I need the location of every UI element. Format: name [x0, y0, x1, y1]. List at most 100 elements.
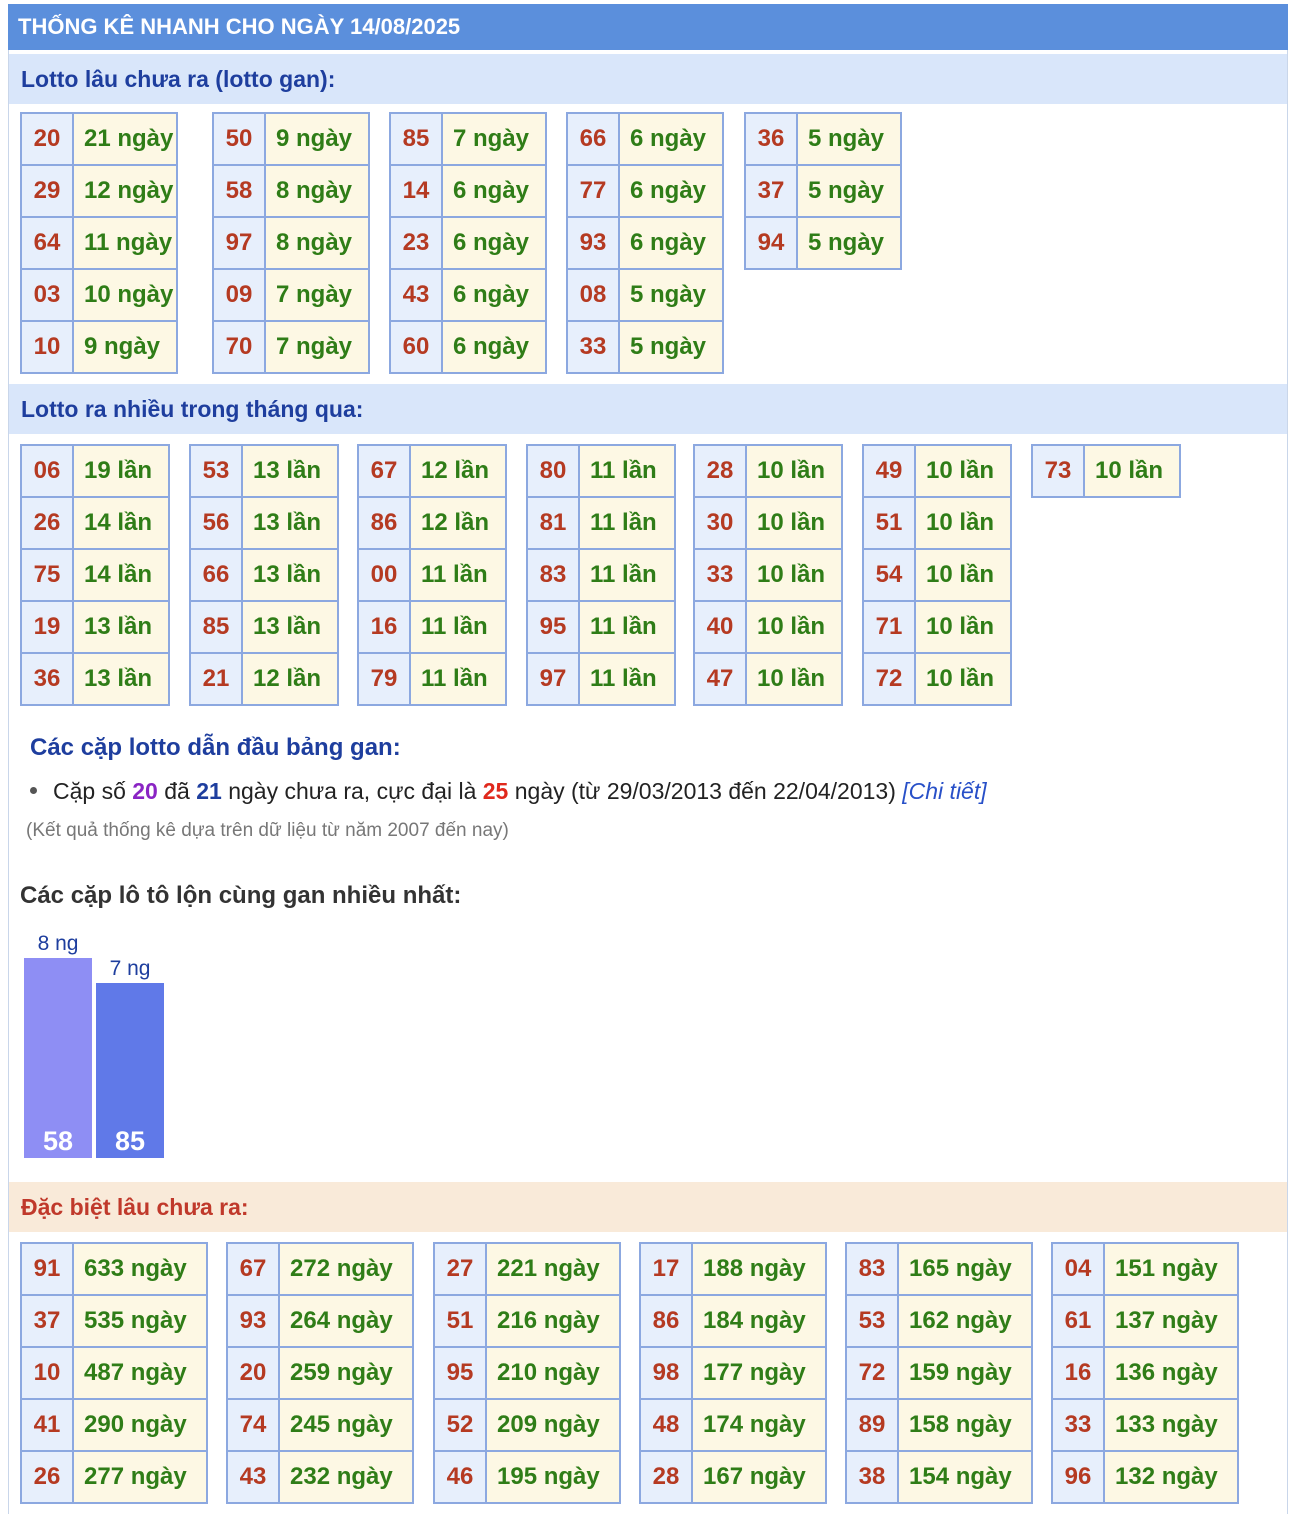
- lead-days: 21: [196, 778, 222, 804]
- lotto-count: 188 ngày: [691, 1242, 827, 1296]
- lotto-number: 81: [526, 496, 580, 550]
- table-row: 10 487 ngày: [20, 1346, 208, 1400]
- table-row: 33 133 ngày: [1051, 1398, 1239, 1452]
- table-row: 86 12 lần: [357, 496, 507, 550]
- table-row: 67 272 ngày: [226, 1242, 414, 1296]
- table-row: 21 12 lần: [189, 652, 339, 706]
- lotto-count: 167 ngày: [691, 1450, 827, 1504]
- lotto-number: 60: [389, 320, 443, 374]
- lotto-count: 133 ngày: [1103, 1398, 1239, 1452]
- lotto-count: 10 lần: [914, 444, 1012, 498]
- lotto-number: 36: [744, 112, 798, 166]
- table-row: 09 7 ngày: [212, 268, 370, 322]
- table-row: 79 11 lần: [357, 652, 507, 706]
- table-row: 74 245 ngày: [226, 1398, 414, 1452]
- table-row: 36 13 lần: [20, 652, 170, 706]
- table-row: 04 151 ngày: [1051, 1242, 1239, 1296]
- table-row: 52 209 ngày: [433, 1398, 621, 1452]
- lotto-number: 98: [639, 1346, 693, 1400]
- lotto-count: 177 ngày: [691, 1346, 827, 1400]
- table-row: 28 10 lần: [693, 444, 843, 498]
- table-row: 85 13 lần: [189, 600, 339, 654]
- table-row: 14 6 ngày: [389, 164, 547, 218]
- lotto-count: 10 lần: [914, 600, 1012, 654]
- table-row: 37 535 ngày: [20, 1294, 208, 1348]
- frequent-table-6: 49 10 lần 51 10 lần 54 10 lần 71 10 lần 72 10 lần: [862, 444, 1012, 706]
- lotto-count: 195 ngày: [485, 1450, 621, 1504]
- table-row: 98 177 ngày: [639, 1346, 827, 1400]
- lotto-count: 8 ngày: [264, 164, 370, 218]
- lotto-count: 6 ngày: [441, 216, 547, 270]
- special-table-6: 04 151 ngày 61 137 ngày 16 136 ngày 33 133 ngày…: [1051, 1242, 1239, 1504]
- gan-table-5: 36 5 ngày 37 5 ngày 94 5 ngày: [744, 112, 902, 270]
- special-section-heading: Đặc biệt lâu chưa ra:: [9, 1182, 1287, 1232]
- lotto-count: 10 lần: [914, 548, 1012, 602]
- lotto-number: 47: [693, 652, 747, 706]
- frequent-table-3: 67 12 lần 86 12 lần 00 11 lần 16 11 lần 79 11 lần: [357, 444, 507, 706]
- lotto-count: 12 lần: [241, 652, 339, 706]
- lotto-count: 13 lần: [241, 548, 339, 602]
- lotto-count: 277 ngày: [72, 1450, 208, 1504]
- table-row: 80 11 lần: [526, 444, 676, 498]
- table-row: 19 13 lần: [20, 600, 170, 654]
- table-row: 29 12 ngày: [20, 164, 178, 218]
- table-row: 17 188 ngày: [639, 1242, 827, 1296]
- lotto-number: 28: [693, 444, 747, 498]
- lotto-count: 5 ngày: [796, 112, 902, 166]
- table-row: 64 11 ngày: [20, 216, 178, 270]
- lotto-number: 93: [566, 216, 620, 270]
- lotto-count: 13 lần: [241, 444, 339, 498]
- bar-value-label: 8 ng: [38, 932, 79, 955]
- lotto-count: 245 ngày: [278, 1398, 414, 1452]
- lotto-number: 43: [389, 268, 443, 322]
- lotto-number: 52: [433, 1398, 487, 1452]
- lotto-count: 137 ngày: [1103, 1294, 1239, 1348]
- lotto-number: 23: [389, 216, 443, 270]
- detail-link[interactable]: [Chi tiết]: [902, 778, 986, 804]
- table-row: 40 10 lần: [693, 600, 843, 654]
- lotto-number: 49: [862, 444, 916, 498]
- lotto-count: 12 lần: [409, 444, 507, 498]
- table-row: 73 10 lần: [1031, 444, 1181, 498]
- table-row: 97 8 ngày: [212, 216, 370, 270]
- table-row: 66 6 ngày: [566, 112, 724, 166]
- table-row: 91 633 ngày: [20, 1242, 208, 1296]
- lotto-count: 165 ngày: [897, 1242, 1033, 1296]
- lotto-count: 7 ngày: [264, 320, 370, 374]
- lotto-number: 80: [526, 444, 580, 498]
- lotto-count: 6 ngày: [618, 164, 724, 218]
- lotto-number: 16: [357, 600, 411, 654]
- lotto-count: 14 lần: [72, 496, 170, 550]
- frequent-table-5: 28 10 lần 30 10 lần 33 10 lần 40 10 lần 47 10 lần: [693, 444, 843, 706]
- lotto-number: 95: [526, 600, 580, 654]
- lotto-count: 10 lần: [914, 496, 1012, 550]
- table-row: 60 6 ngày: [389, 320, 547, 374]
- lotto-count: 162 ngày: [897, 1294, 1033, 1348]
- lotto-number: 75: [20, 548, 74, 602]
- lotto-count: 174 ngày: [691, 1398, 827, 1452]
- lotto-number: 51: [862, 496, 916, 550]
- lotto-number: 17: [639, 1242, 693, 1296]
- lotto-count: 11 lần: [578, 496, 676, 550]
- lotto-count: 10 lần: [1083, 444, 1181, 498]
- table-row: 08 5 ngày: [566, 268, 724, 322]
- lotto-number: 04: [1051, 1242, 1105, 1296]
- frequent-table-4: 80 11 lần 81 11 lần 83 11 lần 95 11 lần 97 11 lần: [526, 444, 676, 706]
- table-row: 03 10 ngày: [20, 268, 178, 322]
- lotto-number: 19: [20, 600, 74, 654]
- lotto-number: 40: [693, 600, 747, 654]
- table-row: 95 11 lần: [526, 600, 676, 654]
- lotto-number: 48: [639, 1398, 693, 1452]
- table-row: 53 13 lần: [189, 444, 339, 498]
- lotto-number: 74: [226, 1398, 280, 1452]
- lotto-count: 11 ngày: [72, 216, 178, 270]
- lotto-number: 26: [20, 1450, 74, 1504]
- lotto-count: 5 ngày: [796, 216, 902, 270]
- table-row: 86 184 ngày: [639, 1294, 827, 1348]
- lotto-count: 14 lần: [72, 548, 170, 602]
- table-row: 93 6 ngày: [566, 216, 724, 270]
- lotto-number: 43: [226, 1450, 280, 1504]
- lotto-count: 151 ngày: [1103, 1242, 1239, 1296]
- table-row: 89 158 ngày: [845, 1398, 1033, 1452]
- table-row: 96 132 ngày: [1051, 1450, 1239, 1504]
